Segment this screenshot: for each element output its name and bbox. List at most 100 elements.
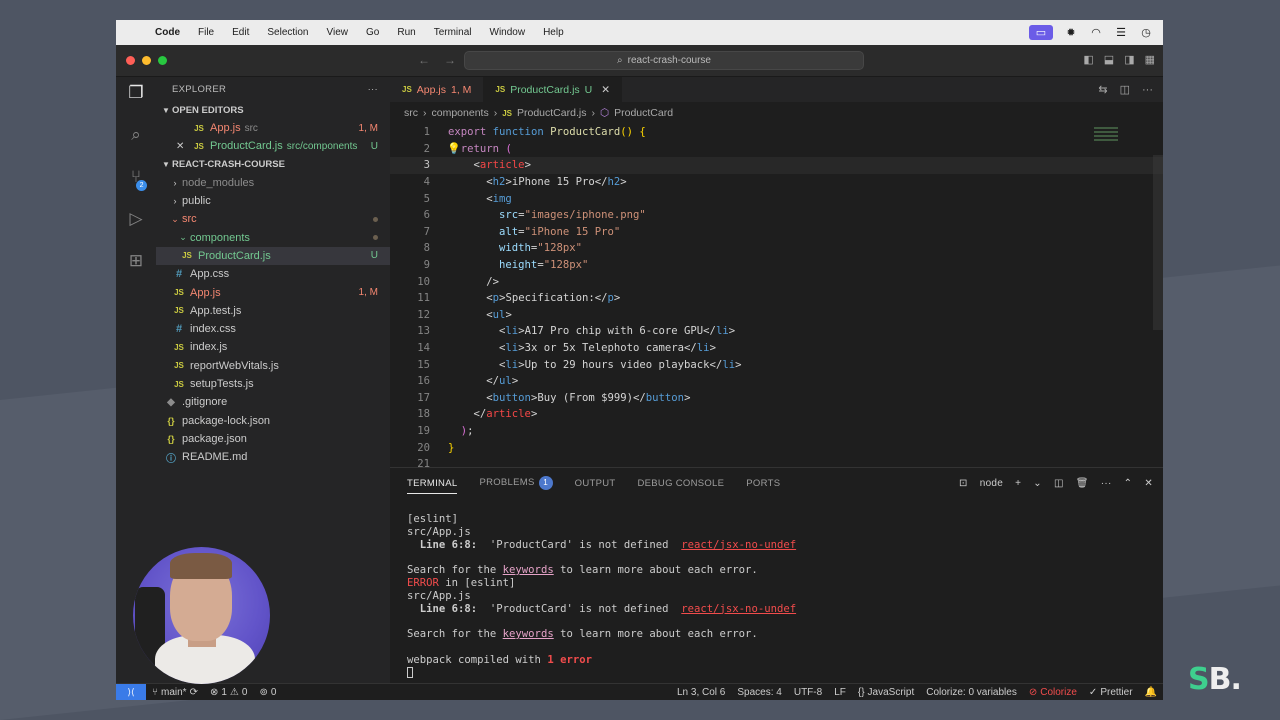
toggle-secondary-sidebar-icon[interactable]: ◨ [1124,53,1134,66]
command-center[interactable]: ⌕ react-crash-course [464,51,864,70]
tree-item-index-css[interactable]: # index.css [156,320,390,338]
code-editor[interactable]: 1 export function ProductCard() { 2 retur… [390,124,1163,472]
split-editor-icon[interactable]: ◫ [1120,83,1130,96]
toggle-sidebar-icon[interactable]: ◧ [1083,53,1093,66]
more-actions-icon[interactable]: ··· [1101,478,1112,489]
eslint-rule-link[interactable]: react/jsx-no-undef [681,539,796,551]
code-line: 9 height="128px" [390,257,1163,274]
wifi-icon[interactable]: ◠ [1089,27,1103,39]
breadcrumb-item[interactable]: ProductCard [614,107,673,119]
tab-productcard[interactable]: JS ProductCard.js U ✕ [483,77,623,102]
cursor-position[interactable]: Ln 3, Col 6 [671,687,731,698]
tab-terminal[interactable]: TERMINAL [407,478,458,494]
code-line: 12 <ul> [390,307,1163,324]
tree-item-components[interactable]: ⌄ components [156,228,390,246]
close-editor-icon[interactable]: ✕ [176,141,192,152]
back-arrow-icon[interactable]: ← [418,53,430,67]
control-center-icon[interactable]: ☰ [1114,27,1128,39]
more-actions-icon[interactable]: ··· [368,84,378,95]
breadcrumb-item[interactable]: components [432,107,489,119]
clock-icon[interactable]: ◷ [1139,27,1153,39]
menu-edit[interactable]: Edit [223,27,258,38]
project-section[interactable]: ▼ REACT-CRASH-COURSE [156,156,390,174]
breadcrumb-item[interactable]: ProductCard.js [517,107,586,119]
tree-item-src[interactable]: ⌄ src [156,210,390,228]
keywords-link[interactable]: keywords [503,564,554,576]
menu-terminal[interactable]: Terminal [425,27,481,38]
tree-item-node-modules[interactable]: › node_modules [156,174,390,192]
close-window-button[interactable] [126,56,135,65]
lightbulb-icon[interactable]: 💡 [447,142,461,155]
tree-item-gitignore[interactable]: ◆ .gitignore [156,393,390,411]
chevron-down-icon[interactable]: ⌄ [1033,478,1042,489]
open-editor-productcard[interactable]: ✕ JS ProductCard.js src/components U [156,137,390,155]
maximize-panel-icon[interactable]: ⌃ [1124,478,1133,489]
ports-status[interactable]: ⊚ 0 [253,687,282,698]
menu-selection[interactable]: Selection [258,27,317,38]
tree-item-app-js[interactable]: JS App.js 1, M [156,283,390,301]
problems-status[interactable]: ⊗ 1 ⚠ 0 [204,687,253,698]
editor-scrollbar[interactable] [1153,155,1163,330]
run-debug-icon[interactable]: ▷ [129,209,142,229]
menu-help[interactable]: Help [534,27,573,38]
colorize-toggle[interactable]: ⊘ Colorize [1023,687,1083,698]
menu-run[interactable]: Run [388,27,424,38]
terminal-output[interactable]: [eslint] src/App.js Line 6:8: 'ProductCa… [390,498,1163,679]
end-of-line[interactable]: LF [828,687,852,698]
status-right: Ln 3, Col 6 Spaces: 4 UTF-8 LF {} JavaScr… [671,687,1163,698]
menu-view[interactable]: View [318,27,358,38]
minimap[interactable] [1094,127,1118,147]
menu-code[interactable]: Code [146,27,189,38]
menu-window[interactable]: Window [481,27,535,38]
toggle-panel-icon[interactable]: ⬓ [1104,53,1114,66]
minimize-window-button[interactable] [142,56,151,65]
eslint-rule-link[interactable]: react/jsx-no-undef [681,603,796,615]
source-control-icon[interactable]: ⑂ 2 [131,167,148,191]
tree-item-readme[interactable]: ⓘ README.md [156,448,390,466]
tab-output[interactable]: OUTPUT [575,478,616,489]
menu-go[interactable]: Go [357,27,388,38]
tab-app-js[interactable]: JS App.js 1, M [390,77,483,102]
tab-ports[interactable]: PORTS [746,478,780,489]
tree-item-report-web-vitals[interactable]: JS reportWebVitals.js [156,357,390,375]
notifications-bell-icon[interactable]: 🔔 [1139,687,1163,698]
tab-debug-console[interactable]: DEBUG CONSOLE [638,478,725,489]
split-terminal-icon[interactable]: ◫ [1054,478,1064,489]
prettier-status[interactable]: ✓ Prettier [1083,687,1139,698]
menu-file[interactable]: File [189,27,223,38]
open-changes-icon[interactable]: ⇆ [1098,83,1107,96]
forward-arrow-icon[interactable]: → [444,53,456,67]
remote-indicator-icon[interactable]: ⟩⟨ [116,683,146,700]
branch-status[interactable]: ⑂ main* ⟳ [146,687,204,698]
tree-item-setup-tests[interactable]: JS setupTests.js [156,375,390,393]
brightness-icon[interactable]: ✹ [1064,27,1078,39]
colorize-variables[interactable]: Colorize: 0 variables [920,687,1023,698]
explorer-icon[interactable]: ❐ [128,83,143,103]
tree-item-productcard[interactable]: JS ProductCard.js U [156,246,390,266]
breadcrumb-item[interactable]: src [404,107,418,119]
tree-item-index-js[interactable]: JS index.js [156,338,390,356]
tree-item-package-json[interactable]: {} package.json [156,430,390,448]
encoding[interactable]: UTF-8 [788,687,828,698]
tab-problems[interactable]: PROBLEMS 1 [479,476,553,490]
open-editor-app-js[interactable]: JS App.js src 1, M [156,119,390,137]
screen-share-icon[interactable]: ▭ [1029,25,1053,40]
indentation[interactable]: Spaces: 4 [731,687,787,698]
new-terminal-icon[interactable]: + [1015,478,1021,489]
close-tab-icon[interactable]: ✕ [601,84,610,96]
open-editors-section[interactable]: ▼ OPEN EDITORS [156,101,390,119]
terminal-shell-label[interactable]: node [980,478,1003,489]
close-panel-icon[interactable]: ✕ [1144,478,1153,489]
maximize-window-button[interactable] [158,56,167,65]
extensions-icon[interactable]: ⊞ [129,251,143,271]
customize-layout-icon[interactable]: ▦ [1145,53,1155,66]
language-mode[interactable]: {} JavaScript [852,687,920,698]
more-actions-icon[interactable]: ··· [1142,84,1153,96]
keywords-link[interactable]: keywords [503,628,554,640]
tree-item-public[interactable]: › public [156,192,390,210]
trash-icon[interactable]: 🗑 [1076,478,1089,489]
tree-item-app-test[interactable]: JS App.test.js [156,302,390,320]
tree-item-app-css[interactable]: # App.css [156,265,390,283]
search-view-icon[interactable]: ⌕ [131,125,141,145]
tree-item-package-lock[interactable]: {} package-lock.json [156,411,390,429]
